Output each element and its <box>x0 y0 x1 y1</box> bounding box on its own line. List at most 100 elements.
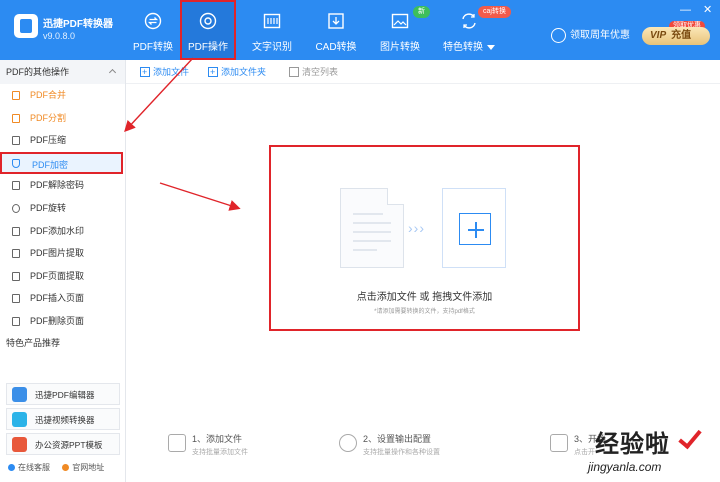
chevron-down-icon <box>487 44 495 50</box>
app-version: v9.0.8.0 <box>43 31 76 41</box>
nav-label: CAD转换 <box>315 42 357 53</box>
sidebar-item-label: PDF分割 <box>30 112 67 123</box>
image-extract-icon <box>12 249 20 259</box>
user-icon <box>551 28 566 43</box>
delete-page-icon <box>12 316 20 326</box>
globe-icon <box>62 464 70 472</box>
sidebar-item-watermark[interactable]: PDF添加水印 <box>0 220 125 243</box>
add-file-box[interactable] <box>442 188 506 268</box>
sidebar-item-merge[interactable]: PDF合并 <box>0 84 125 107</box>
trash-icon <box>289 67 299 77</box>
checkmark-icon <box>678 424 702 450</box>
sidebar-item-label: PDF删除页面 <box>30 315 85 326</box>
sidebar-item-decrypt[interactable]: PDF解除密码 <box>0 174 125 197</box>
add-folder-button[interactable]: 添加文件夹 <box>208 66 266 78</box>
compress-icon <box>12 136 20 146</box>
chevron-up-icon <box>108 68 117 77</box>
user-promo-button[interactable]: 领取周年优惠 <box>551 28 630 44</box>
recommend-pdf-editor[interactable]: 迅捷PDF编辑器 <box>6 383 120 405</box>
sidebar-item-label: PDF添加水印 <box>30 225 85 236</box>
sidebar-item-split[interactable]: PDF分割 <box>0 107 125 130</box>
watermark-url: jingyanla.com <box>588 460 662 474</box>
recommend-label: 迅捷PDF编辑器 <box>35 390 95 400</box>
add-folder-label: 添加文件夹 <box>221 67 267 77</box>
video-converter-icon <box>12 412 27 427</box>
watermark: 经验啦 jingyanla.com <box>570 420 720 482</box>
clear-list-button[interactable]: 清空列表 <box>289 66 338 78</box>
drop-zone-title[interactable]: 点击添加文件 或 拖拽文件添加 <box>270 288 579 303</box>
website-link[interactable]: 官网地址 <box>62 463 104 472</box>
convert-icon <box>144 12 162 30</box>
sidebar-item-page-extract[interactable]: PDF页面提取 <box>0 265 125 288</box>
headset-icon <box>8 464 15 472</box>
arrows-icon: ››› <box>408 220 425 236</box>
new-badge: 新 <box>413 6 430 18</box>
image-icon <box>391 13 409 29</box>
insert-page-icon <box>12 294 20 304</box>
split-icon <box>12 113 20 123</box>
recharge-label: 充值 <box>671 30 692 41</box>
sidebar: PDF的其他操作 PDF合并 PDF分割 PDF压缩 PDF加密 PDF解除密码… <box>0 60 126 482</box>
nav-label: 图片转换 <box>380 42 420 53</box>
shield-icon <box>12 158 20 168</box>
start-icon <box>550 434 568 452</box>
user-promo-label: 领取周年优惠 <box>570 30 630 42</box>
sidebar-item-encrypt[interactable]: PDF加密 <box>0 151 123 175</box>
cad-icon <box>328 13 344 29</box>
sidebar-item-compress[interactable]: PDF压缩 <box>0 129 125 152</box>
app-logo-icon <box>14 14 38 38</box>
sidebar-item-insert-page[interactable]: PDF插入页面 <box>0 287 125 310</box>
sidebar-title: PDF的其他操作 <box>6 67 70 77</box>
pdf-editor-icon <box>12 387 27 402</box>
add-file-label: 添加文件 <box>153 67 190 77</box>
recommend-ppt-template[interactable]: 办公资源PPT模板 <box>6 433 120 455</box>
online-service-link[interactable]: 在线客服 <box>8 463 50 472</box>
drop-zone-hint: *请添加需要转换的文件，支持pdf格式 <box>374 309 475 315</box>
document-icon <box>340 188 404 268</box>
caj-badge: caj转换 <box>478 6 511 18</box>
plus-icon <box>459 213 491 245</box>
sidebar-item-label: PDF页面提取 <box>30 270 85 281</box>
step-title: 1、添加文件 <box>192 434 243 444</box>
sidebar-item-label: PDF图片提取 <box>30 248 85 259</box>
nav-cad[interactable]: CAD转换 <box>308 0 364 60</box>
add-file-button[interactable]: 添加文件 <box>140 66 189 78</box>
step-desc: 支持批量操作和各种设置 <box>363 449 440 456</box>
pdf-operate-icon <box>199 12 217 30</box>
sidebar-item-label: PDF压缩 <box>30 135 67 146</box>
close-button[interactable]: ✕ <box>703 5 712 16</box>
vip-recharge-button[interactable]: VIP 充值 <box>642 27 710 45</box>
nav-label-text: 特色转换 <box>443 42 483 53</box>
sidebar-item-delete-page[interactable]: PDF删除页面 <box>0 310 125 333</box>
sidebar-header[interactable]: PDF的其他操作 <box>0 60 125 84</box>
sidebar-item-image-extract[interactable]: PDF图片提取 <box>0 242 125 265</box>
add-file-step-icon <box>168 434 186 452</box>
clear-list-label: 清空列表 <box>302 67 339 77</box>
nav-pdf-convert[interactable]: PDF转换 <box>126 0 180 60</box>
ppt-template-icon <box>12 437 27 452</box>
nav-ocr[interactable]: 文字识别 <box>244 0 300 60</box>
nav-label: 特色转换 <box>436 38 502 53</box>
vip-label: VIP <box>650 30 667 41</box>
ocr-icon <box>263 13 281 29</box>
file-toolbar: 添加文件 添加文件夹 清空列表 <box>126 60 720 84</box>
online-service-label: 在线客服 <box>18 463 50 472</box>
annotation-arrow <box>159 182 241 211</box>
gear-icon <box>339 434 357 452</box>
title-bar: 迅捷PDF转换器 v9.0.8.0 PDF转换 PDF操作 文字识别 CAD转换… <box>0 0 720 60</box>
recommend-label: 办公资源PPT模板 <box>35 440 103 450</box>
watermark-icon <box>12 226 20 236</box>
file-drop-zone[interactable] <box>269 145 580 331</box>
sidebar-item-label: PDF插入页面 <box>30 293 85 304</box>
recommend-title: 特色产品推荐 <box>6 338 61 348</box>
nav-pdf-operate[interactable]: PDF操作 <box>180 0 236 60</box>
nav-label: PDF转换 <box>133 42 173 53</box>
sidebar-item-rotate[interactable]: PDF旋转 <box>0 197 125 220</box>
recommend-video-converter[interactable]: 迅捷视频转换器 <box>6 408 120 430</box>
step-desc: 支持批量添加文件 <box>192 449 248 456</box>
minimize-button[interactable]: — <box>680 5 691 16</box>
recommend-label: 迅捷视频转换器 <box>35 415 95 425</box>
website-label: 官网地址 <box>72 463 105 472</box>
app-name: 迅捷PDF转换器 <box>43 19 113 30</box>
nav-label: 文字识别 <box>252 42 292 53</box>
